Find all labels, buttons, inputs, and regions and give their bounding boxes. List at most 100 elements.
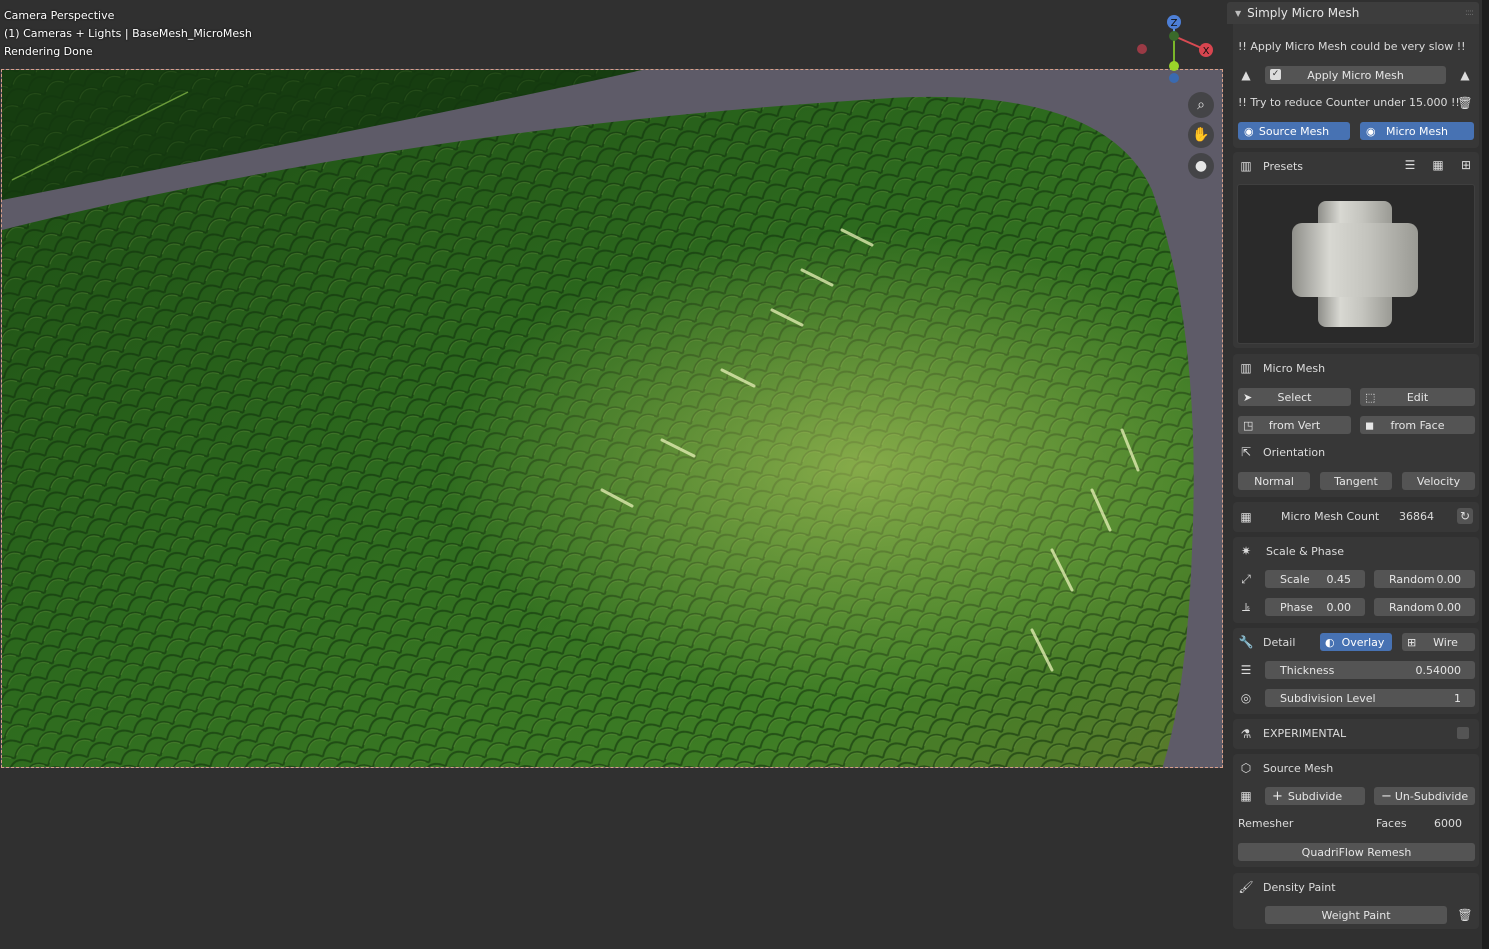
apply-checkbox[interactable]: ✓ [1270, 69, 1281, 80]
source-mesh-toggle[interactable]: ◉ Source Mesh [1238, 122, 1350, 140]
trash-icon[interactable]: 🗑 [1457, 95, 1473, 111]
preset-thumbnail[interactable] [1237, 184, 1475, 344]
phase-field[interactable]: Phase 0.00 [1265, 598, 1365, 616]
unsubdivide-button[interactable]: − Un-Subdivide [1374, 787, 1475, 805]
wireframe-icon: ⊞ [1407, 635, 1417, 649]
thickness-field[interactable]: Thickness 0.54000 [1265, 661, 1475, 679]
subdivision-icon: ◎ [1240, 691, 1252, 705]
trash-icon-2[interactable]: 🗑 [1457, 907, 1473, 923]
overlay-toggle[interactable]: ◐ Overlay [1320, 633, 1392, 651]
from-face-button[interactable]: ◼ from Face [1360, 416, 1475, 434]
grid-mesh-icon: ▦ [1240, 789, 1252, 803]
wrench-icon: 🔧 [1238, 635, 1254, 649]
subdivision-level-field[interactable]: Subdivision Level 1 [1265, 689, 1475, 707]
tangent-button[interactable]: Tangent [1320, 472, 1392, 490]
hand-pan-icon[interactable]: ✋ [1188, 122, 1214, 148]
source-mesh-section: ⬡ Source Mesh ▦ + Subdivide − Un-Subdivi… [1233, 754, 1479, 867]
scale-field[interactable]: Scale 0.45 [1265, 570, 1365, 588]
y-axis-handle [1169, 61, 1179, 71]
cube-icon: ⬡ [1240, 761, 1252, 775]
drag-grip-icon[interactable]: :::: [1465, 8, 1474, 18]
count-value: 36864 [1399, 510, 1434, 523]
random-scale-field[interactable]: Random 0.00 [1374, 570, 1475, 588]
x-axis-label: X [1203, 46, 1210, 57]
edit-mode-icon: ⬚ [1365, 390, 1376, 404]
list-view-icon[interactable]: ☰ [1402, 157, 1418, 173]
scene-label: (1) Cameras + Lights | BaseMesh_MicroMes… [4, 27, 252, 40]
flask-icon: ⚗ [1240, 727, 1252, 741]
orientation-icon: ⇱ [1240, 445, 1252, 459]
edit-button[interactable]: ⬚ Edit [1360, 388, 1475, 406]
random-phase-field[interactable]: Random 0.00 [1374, 598, 1475, 616]
eye-icon: ◉ [1366, 124, 1376, 138]
eye-icon: ◉ [1244, 124, 1254, 138]
minus-icon: − [1381, 788, 1392, 804]
count-section: ▦ Micro Mesh Count 36864 ↻ [1233, 502, 1479, 532]
scale-phase-section: ✷ Scale & Phase ⤢ Scale 0.45 Random 0.00… [1233, 537, 1479, 623]
normal-button[interactable]: Normal [1238, 472, 1310, 490]
micro-mesh-section: ▥ Micro Mesh ➤ Select ⬚ Edit ◳ from Vert… [1233, 354, 1479, 497]
select-button[interactable]: ➤ Select [1238, 388, 1351, 406]
detail-section: 🔧 Detail ◐ Overlay ⊞ Wire ☰ Thickness 0.… [1233, 628, 1479, 714]
from-vert-button[interactable]: ◳ from Vert [1238, 416, 1351, 434]
collapse-icon[interactable]: ▼ [1235, 9, 1241, 18]
camera-view-icon[interactable]: ● [1188, 153, 1214, 179]
weight-paint-button[interactable]: Weight Paint [1265, 906, 1447, 924]
panel-title: Simply Micro Mesh [1247, 6, 1360, 20]
micro-mesh-icon: ▥ [1240, 361, 1252, 375]
experimental-label: EXPERIMENTAL [1263, 727, 1347, 740]
z-axis-label: Z [1171, 18, 1178, 29]
scale-icon: ⤢ [1241, 571, 1251, 586]
snake-scales-render [2, 70, 1222, 767]
render-status: Rendering Done [4, 45, 93, 58]
side-panel: ▼ Simply Micro Mesh :::: !! Apply Micro … [1224, 0, 1489, 949]
density-paint-label: Density Paint [1263, 881, 1336, 894]
vertex-icon: ◳ [1243, 418, 1254, 432]
refresh-icon[interactable]: ↻ [1457, 508, 1473, 524]
quadriflow-remesh-button[interactable]: QuadriFlow Remesh [1238, 843, 1475, 861]
subdivide-button[interactable]: + Subdivide [1265, 787, 1365, 805]
phase-icon: ⫡ [1241, 599, 1250, 614]
warning-icon: ▲ [1241, 68, 1251, 82]
presets-label: Presets [1263, 160, 1304, 173]
apply-button-label: Apply Micro Mesh [1307, 68, 1404, 82]
micro-mesh-toggle[interactable]: ◉ Micro Mesh [1360, 122, 1474, 140]
presets-icon: ▥ [1240, 159, 1252, 173]
panel-header[interactable]: ▼ Simply Micro Mesh :::: [1227, 2, 1479, 24]
face-icon: ◼ [1365, 418, 1375, 432]
experimental-checkbox[interactable] [1457, 727, 1469, 739]
plus-icon: + [1272, 788, 1283, 804]
render-region [1, 69, 1223, 768]
experimental-section: ⚗ EXPERIMENTAL [1233, 719, 1479, 749]
count-icon: ▦ [1240, 510, 1252, 524]
slow-warning: !! Apply Micro Mesh could be very slow !… [1238, 40, 1466, 53]
velocity-button[interactable]: Velocity [1402, 472, 1475, 490]
density-paint-section: 🖌 Density Paint Weight Paint 🗑 [1233, 873, 1479, 929]
overlay-icon: ◐ [1325, 635, 1335, 649]
counter-warning: !! Try to reduce Counter under 15.000 !! [1238, 96, 1460, 109]
count-label: Micro Mesh Count [1281, 510, 1380, 523]
preset-shape-image [1292, 201, 1418, 327]
source-mesh-label: Source Mesh [1263, 762, 1334, 775]
apply-section: !! Apply Micro Mesh could be very slow !… [1233, 24, 1479, 148]
camera-label: Camera Perspective [4, 9, 115, 22]
remesher-label: Remesher [1238, 817, 1294, 830]
thickness-icon: ☰ [1240, 663, 1252, 677]
micro-mesh-label: Micro Mesh [1263, 362, 1326, 375]
zoom-icon[interactable]: ⌕ [1188, 92, 1214, 118]
faces-label: Faces [1376, 817, 1407, 830]
grid-large-icon[interactable]: ⊞ [1458, 157, 1474, 173]
grid-small-icon[interactable]: ▦ [1430, 157, 1446, 173]
brush-icon: 🖌 [1238, 880, 1254, 894]
presets-section: ▥ Presets ☰ ▦ ⊞ [1233, 152, 1479, 348]
sparkle-icon: ✷ [1240, 544, 1252, 558]
3d-viewport[interactable]: Camera Perspective (1) Cameras + Lights … [0, 0, 1224, 949]
orientation-label: Orientation [1263, 446, 1326, 459]
faces-value[interactable]: 6000 [1434, 817, 1462, 830]
navigation-gizmo[interactable]: Z X [1130, 12, 1222, 84]
warning-icon-right: ▲ [1460, 68, 1470, 82]
wire-toggle[interactable]: ⊞ Wire [1402, 633, 1475, 651]
detail-label: Detail [1263, 636, 1296, 649]
scale-phase-label: Scale & Phase [1266, 545, 1345, 558]
apply-micro-mesh-button[interactable]: ✓ Apply Micro Mesh [1265, 66, 1446, 84]
